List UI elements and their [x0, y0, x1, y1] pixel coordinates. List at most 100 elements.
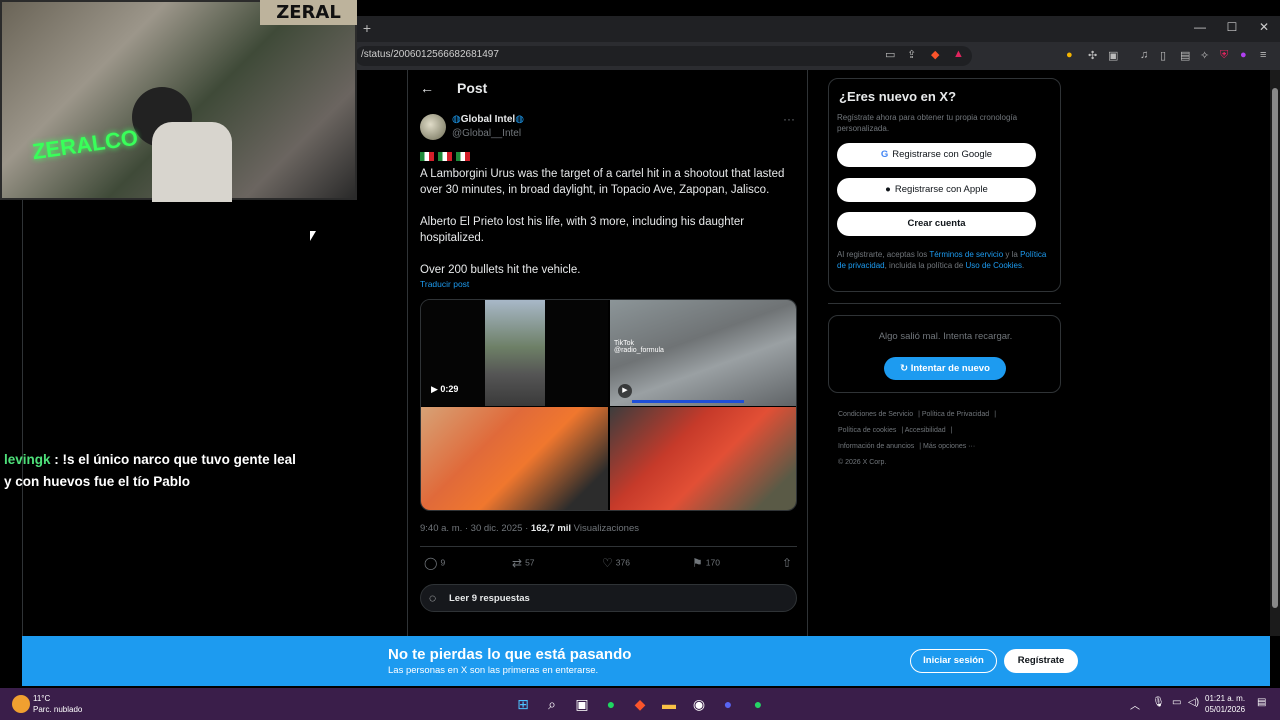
- play-icon: ▶: [431, 384, 441, 394]
- url-text[interactable]: /status/2006012566682681497: [361, 49, 499, 60]
- play-icon[interactable]: ▶: [618, 384, 632, 398]
- like-button[interactable]: ♡ 376: [602, 556, 630, 570]
- apple-signup-label: Registrarse con Apple: [894, 184, 988, 195]
- tray-expand-icon[interactable]: ︿: [1130, 697, 1140, 712]
- sidebar-icon[interactable]: ▯: [1160, 49, 1166, 62]
- profile-icon[interactable]: ●: [1240, 49, 1247, 61]
- file-explorer-icon[interactable]: ▬: [660, 695, 678, 713]
- reply-button[interactable]: ◯ 9: [424, 556, 445, 570]
- bookmark-button[interactable]: ⚑ 170: [692, 556, 720, 570]
- globe-icon: ◍: [452, 114, 461, 125]
- spotify-icon[interactable]: ●: [602, 695, 620, 713]
- terms-link[interactable]: Términos de servicio: [929, 250, 1003, 259]
- back-arrow-icon[interactable]: ←: [420, 80, 434, 96]
- footer-links: Condiciones de Servicio | Política de Pri…: [838, 411, 997, 466]
- notifications-icon[interactable]: ▤: [1257, 697, 1266, 708]
- footer-link[interactable]: Política de cookies: [838, 427, 896, 434]
- task-view-icon[interactable]: ▣: [573, 695, 591, 713]
- photo-thumbnail[interactable]: [421, 407, 608, 510]
- mexico-flag-icon: [456, 152, 470, 161]
- signup-card: ¿Eres nuevo en X? Regístrate ahora para …: [828, 78, 1061, 292]
- retry-button[interactable]: ↻ Intentar de nuevo: [884, 357, 1006, 380]
- avatar[interactable]: [420, 114, 446, 140]
- screen: + — ☐ ✕ /status/2006012566682681497 ▭ ⇪ …: [0, 0, 1280, 720]
- microphone-icon[interactable]: 🎙︎: [1152, 697, 1165, 708]
- omnibox[interactable]: /status/2006012566682681497 ▭ ⇪ ◆ ▲: [355, 46, 972, 66]
- rewards-icon[interactable]: ▲: [953, 48, 964, 60]
- video-duration: ▶ 0:29: [431, 384, 458, 395]
- video-thumbnail[interactable]: ▶ 0:29: [421, 300, 608, 406]
- brave-shield-icon[interactable]: ◆: [931, 48, 939, 61]
- brave-browser-icon[interactable]: ◆: [631, 695, 649, 713]
- action-bar: ◯ 9 ⇄ 57 ♡ 376 ⚑ 170 ⇧: [420, 556, 797, 572]
- tweet-paragraph: Over 200 bullets hit the vehicle.: [420, 264, 581, 276]
- repost-button[interactable]: ⇄ 57: [512, 556, 535, 570]
- video-thumbnail-tiktok[interactable]: TikTok @radio_formula ▶: [610, 300, 796, 406]
- author-handle[interactable]: @Global__Intel: [452, 128, 521, 139]
- translate-link[interactable]: Traducir post: [420, 279, 469, 289]
- apple-signup-button[interactable]: ● Registrarse con Apple: [837, 178, 1036, 202]
- bookmark-icon: ⚑: [692, 556, 703, 570]
- google-signup-button[interactable]: G Registrarse con Google: [837, 143, 1036, 167]
- mouse-cursor-icon: [310, 231, 316, 241]
- cast-icon[interactable]: ▭: [885, 48, 895, 61]
- error-message: Algo salió mal. Intenta recargar.: [878, 331, 1013, 342]
- media-grid: ▶ 0:29 TikTok @radio_formula ▶: [420, 299, 797, 511]
- obs-icon[interactable]: ◉: [690, 695, 708, 713]
- screenshot-icon[interactable]: ▣: [1108, 49, 1118, 62]
- share-button[interactable]: ⇧: [782, 556, 795, 570]
- menu-icon[interactable]: ≡: [1260, 49, 1266, 61]
- clock[interactable]: 01:21 a. m. 05/01/2026: [1205, 693, 1245, 715]
- whatsapp-icon[interactable]: ●: [749, 695, 767, 713]
- new-tab-button[interactable]: +: [360, 20, 374, 36]
- register-button[interactable]: Regístrate: [1004, 649, 1078, 673]
- author-name[interactable]: ◍Global Intel◍: [452, 114, 524, 125]
- error-card: Algo salió mal. Intenta recargar. ↻ Inte…: [828, 315, 1061, 393]
- cookies-link[interactable]: Uso de Cookies: [966, 261, 1022, 270]
- streamer-body: [152, 122, 232, 202]
- scrollbar[interactable]: [1270, 70, 1280, 636]
- footer-link[interactable]: Más opciones ···: [923, 443, 975, 450]
- signup-title: ¿Eres nuevo en X?: [839, 89, 957, 104]
- read-replies-button[interactable]: ◌ Leer 9 respuestas: [420, 584, 797, 612]
- timestamp[interactable]: 9:40 a. m. · 30 dic. 2025 ·: [420, 523, 531, 534]
- tiktok-handle: @radio_formula: [614, 347, 664, 354]
- mexico-flag-icon: [438, 152, 452, 161]
- copyright: © 2026 X Corp.: [838, 459, 887, 466]
- extension-icon[interactable]: ●: [1066, 49, 1073, 61]
- search-icon[interactable]: ⌕: [543, 695, 561, 713]
- apple-icon: ●: [885, 184, 891, 195]
- verified-globe-icon: ◍: [515, 114, 524, 125]
- wallet-icon[interactable]: ▤: [1180, 49, 1190, 62]
- leo-icon[interactable]: ✧: [1200, 49, 1209, 62]
- maximize-icon[interactable]: ☐: [1222, 20, 1242, 34]
- photo-thumbnail[interactable]: [610, 407, 796, 510]
- page-title: Post: [457, 80, 488, 96]
- discord-icon[interactable]: ●: [719, 695, 737, 713]
- minimize-icon[interactable]: —: [1190, 20, 1210, 34]
- close-icon[interactable]: ✕: [1254, 20, 1274, 34]
- windows-start-icon[interactable]: ⊞: [514, 695, 532, 713]
- volume-icon[interactable]: ◁): [1188, 697, 1199, 708]
- footer-link[interactable]: Condiciones de Servicio: [838, 411, 913, 418]
- create-account-button[interactable]: Crear cuenta: [837, 212, 1036, 236]
- duration-text: 0:29: [440, 384, 459, 394]
- network-icon[interactable]: ▭: [1172, 697, 1181, 708]
- clock-time: 01:21 a. m.: [1205, 694, 1246, 703]
- vpn-icon[interactable]: ⛨: [1220, 49, 1228, 62]
- footer-link[interactable]: Política de Privacidad: [922, 411, 989, 418]
- clock-date: 05/01/2026: [1205, 705, 1246, 714]
- footer-link[interactable]: Accesibilidad: [905, 427, 946, 434]
- weather-widget[interactable]: 11°C Parc. nublado: [12, 693, 82, 715]
- tweet-paragraph: Alberto El Prieto lost his life, with 3 …: [420, 216, 745, 244]
- footer-link[interactable]: Información de anuncios: [838, 443, 914, 450]
- video-progress: [632, 400, 744, 403]
- music-icon[interactable]: ♫: [1140, 49, 1148, 61]
- share-icon[interactable]: ⇪: [907, 48, 916, 61]
- video-frame: [485, 300, 545, 406]
- more-options-icon[interactable]: ···: [783, 112, 795, 126]
- scrollbar-thumb[interactable]: [1272, 88, 1278, 608]
- login-button[interactable]: Iniciar sesión: [910, 649, 997, 673]
- puzzle-icon[interactable]: ✣: [1088, 49, 1097, 62]
- google-icon: G: [880, 149, 889, 160]
